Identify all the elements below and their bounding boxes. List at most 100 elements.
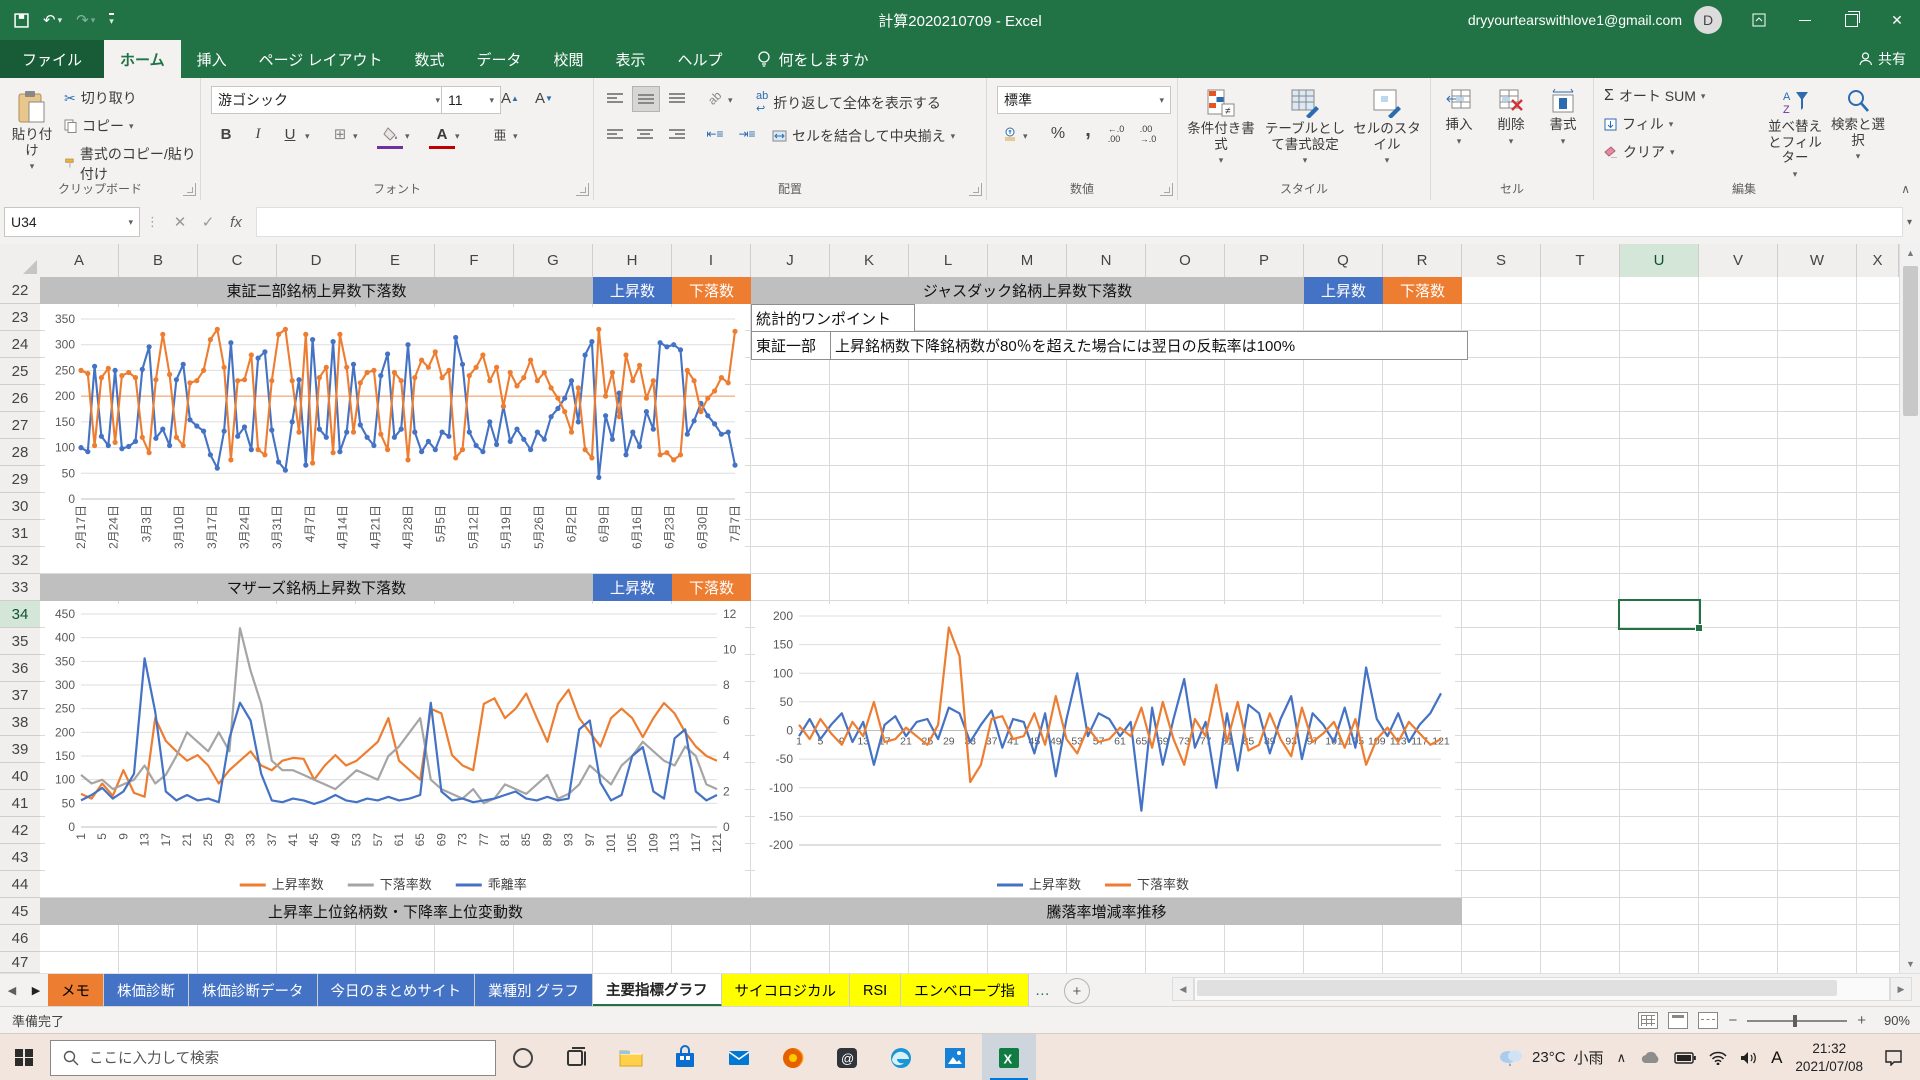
taskbar-app-excel[interactable]: X: [982, 1034, 1036, 1080]
orientation-icon[interactable]: ab: [702, 86, 728, 110]
selected-cell-U34[interactable]: [1618, 599, 1701, 630]
row-header-24[interactable]: 24: [0, 331, 41, 358]
tab-挿入[interactable]: 挿入: [181, 40, 243, 78]
column-header-C[interactable]: C: [198, 244, 277, 278]
sheet-cells[interactable]: 東証二部銘柄上昇数下落数 上昇数 下落数 ジャスダック銘柄上昇数下落数 上昇数 …: [40, 277, 1899, 973]
hscroll-track[interactable]: [1194, 977, 1890, 1001]
tab-校閲[interactable]: 校閲: [538, 40, 600, 78]
chart-advance-decline[interactable]: -200-150-100-500501001502001591317212529…: [755, 604, 1455, 897]
volume-icon[interactable]: [1740, 1051, 1758, 1065]
column-header-I[interactable]: I: [672, 244, 751, 278]
undo-button[interactable]: ↶▾: [43, 11, 62, 29]
taskbar-app-task-view[interactable]: [550, 1034, 604, 1080]
tab-file[interactable]: ファイル: [0, 40, 104, 78]
row-header-27[interactable]: 27: [0, 412, 41, 439]
find-select-button[interactable]: 検索と選択▾: [1830, 80, 1886, 161]
formula-input[interactable]: [256, 207, 1903, 237]
phonetic-guide-icon[interactable]: 亜: [487, 122, 513, 146]
row-header-28[interactable]: 28: [0, 439, 41, 466]
tray-chevron-up-icon[interactable]: ∧: [1617, 1050, 1627, 1066]
column-header-W[interactable]: W: [1778, 244, 1857, 278]
row-header-44[interactable]: 44: [0, 871, 41, 898]
accounting-dropdown-icon[interactable]: ▾: [1023, 131, 1028, 142]
clear-button[interactable]: クリア▾: [1604, 142, 1675, 162]
row-header-47[interactable]: 47: [0, 952, 41, 973]
taskbar-app-file-explorer[interactable]: [604, 1034, 658, 1080]
format-cells-button[interactable]: 書式▾: [1539, 80, 1587, 146]
zoom-out-icon[interactable]: −: [1728, 1012, 1737, 1029]
tab-ヘルプ[interactable]: ヘルプ: [662, 40, 739, 78]
row-header-29[interactable]: 29: [0, 466, 41, 493]
wrap-text-button[interactable]: ab↩折り返して全体を表示する: [756, 90, 941, 115]
column-header-N[interactable]: N: [1067, 244, 1146, 278]
taskbar-app-store[interactable]: [658, 1034, 712, 1080]
share-button[interactable]: 共有: [1859, 40, 1906, 78]
row-header-33[interactable]: 33: [0, 574, 41, 601]
increase-font-icon[interactable]: A▲: [497, 86, 523, 110]
customize-qat-button[interactable]: ▾: [109, 13, 114, 27]
number-format-select[interactable]: 標準▾: [997, 86, 1171, 114]
taskbar-app-mail[interactable]: [712, 1034, 766, 1080]
bold-button[interactable]: B: [213, 122, 239, 146]
taskbar-app-edge[interactable]: [874, 1034, 928, 1080]
taskbar-app-cortana[interactable]: [496, 1034, 550, 1080]
row-header-30[interactable]: 30: [0, 493, 41, 520]
cell-tse1-tip[interactable]: 上昇銘柄数下降銘柄数が80％を超えた場合には翌日の反転率は100%: [830, 331, 1468, 360]
tab-数式[interactable]: 数式: [398, 40, 460, 78]
collapse-ribbon-icon[interactable]: ∧: [1901, 182, 1910, 196]
wifi-icon[interactable]: [1709, 1051, 1727, 1065]
sheet-nav-right-icon[interactable]: ▶: [24, 974, 48, 1007]
align-right-icon[interactable]: [664, 122, 690, 146]
accounting-format-icon[interactable]: [997, 122, 1023, 146]
page-layout-view-icon[interactable]: [1668, 1012, 1688, 1029]
taskbar-app-mail-at[interactable]: @: [820, 1034, 874, 1080]
chart-tse2-updown[interactable]: 0501001502002503003502月17日2月24日3月3日3月10日…: [45, 307, 745, 573]
column-header-G[interactable]: G: [514, 244, 593, 278]
column-header-X[interactable]: X: [1857, 244, 1899, 278]
sheet-tab-主要指標グラフ[interactable]: 主要指標グラフ: [593, 974, 722, 1007]
cut-button[interactable]: ✂切り取り: [64, 88, 137, 108]
row-header-41[interactable]: 41: [0, 790, 41, 817]
comma-style-icon[interactable]: ,: [1075, 118, 1101, 142]
taskbar-clock[interactable]: 21:32 2021/07/08: [1795, 1040, 1863, 1075]
row-header-22[interactable]: 22: [0, 277, 41, 304]
decrease-font-icon[interactable]: A▼: [531, 86, 557, 110]
row-header-26[interactable]: 26: [0, 385, 41, 412]
column-header-A[interactable]: A: [40, 244, 119, 278]
insert-function-icon[interactable]: fx: [222, 208, 250, 236]
sheet-tab-サイコロジカル[interactable]: サイコロジカル: [722, 974, 851, 1007]
select-all-corner[interactable]: [0, 244, 41, 278]
format-painter-button[interactable]: 書式のコピー/貼り付け: [64, 144, 200, 184]
tab-表示[interactable]: 表示: [600, 40, 662, 78]
row-header-31[interactable]: 31: [0, 520, 41, 547]
cell-styles-button[interactable]: セルのスタイル▾: [1350, 80, 1424, 165]
add-sheet-button[interactable]: +: [1064, 978, 1090, 1004]
align-middle-icon[interactable]: [632, 86, 660, 112]
column-header-D[interactable]: D: [277, 244, 356, 278]
formula-bar-splitter[interactable]: ⋮: [146, 214, 160, 230]
row-header-43[interactable]: 43: [0, 844, 41, 871]
align-center-icon[interactable]: [632, 122, 658, 146]
column-header-M[interactable]: M: [988, 244, 1067, 278]
expand-formula-bar-icon[interactable]: ▾: [1907, 217, 1912, 228]
font-color-icon[interactable]: A: [429, 122, 455, 149]
zoom-slider-thumb[interactable]: [1793, 1015, 1797, 1027]
action-center-icon[interactable]: [1876, 1034, 1910, 1080]
sheet-tab-業種別 グラフ[interactable]: 業種別 グラフ: [475, 974, 593, 1007]
hscroll-right-icon[interactable]: ▶: [1890, 977, 1912, 1001]
conditional-formatting-button[interactable]: ≠ 条件付き書式▾: [1182, 80, 1260, 165]
italic-button[interactable]: I: [245, 122, 271, 146]
save-icon[interactable]: [14, 13, 29, 28]
row-header-35[interactable]: 35: [0, 628, 41, 655]
zoom-slider[interactable]: [1747, 1020, 1847, 1022]
orientation-dropdown-icon[interactable]: ▾: [728, 95, 733, 106]
format-as-table-button[interactable]: テーブルとして書式設定▾: [1264, 80, 1346, 165]
underline-button[interactable]: U: [277, 122, 303, 146]
row-header-40[interactable]: 40: [0, 763, 41, 790]
column-header-T[interactable]: T: [1541, 244, 1620, 278]
fill-color-dropdown-icon[interactable]: ▾: [405, 131, 410, 142]
row-header-38[interactable]: 38: [0, 709, 41, 736]
column-header-Q[interactable]: Q: [1304, 244, 1383, 278]
clipboard-dialog-launcher-icon[interactable]: [183, 183, 196, 196]
fill-button[interactable]: フィル▾: [1604, 114, 1673, 134]
